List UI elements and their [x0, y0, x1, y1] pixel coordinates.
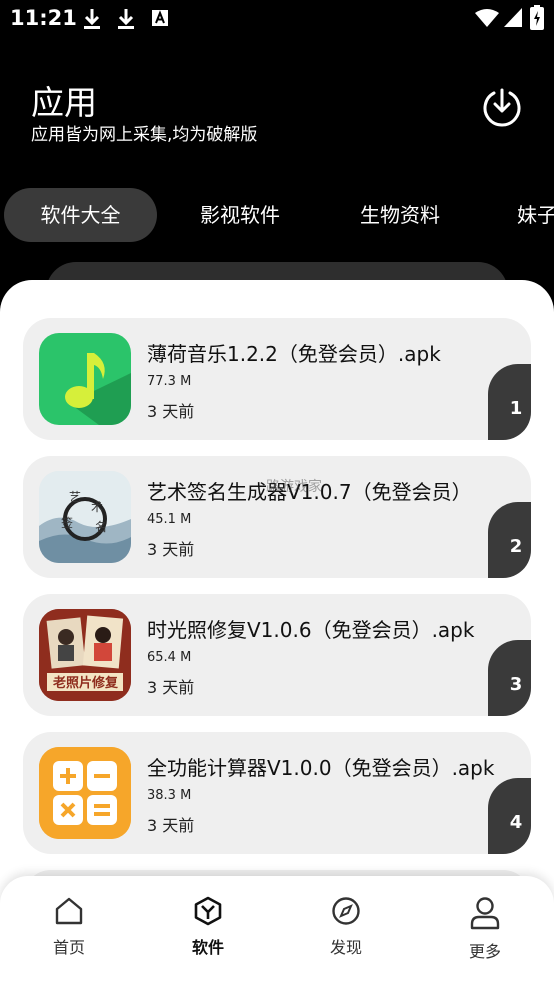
status-bar: 11:21 [0, 0, 554, 38]
svg-text:签: 签 [61, 515, 73, 530]
page-subtitle: 应用皆为网上采集,均为破解版 [31, 125, 258, 145]
app-time: 3 天前 [147, 678, 195, 697]
font-a-icon [152, 10, 168, 26]
app-size: 77.3 M [147, 374, 192, 389]
rank-number: 4 [509, 812, 523, 833]
page-title: 应用 [31, 83, 97, 122]
nav-more[interactable]: 更多 [445, 896, 525, 966]
user-icon [470, 897, 500, 930]
download-icon [118, 9, 134, 29]
nav-software[interactable]: 软件 [168, 896, 248, 966]
nav-label: 更多 [468, 942, 501, 961]
rank-number: 1 [509, 398, 523, 419]
wifi-icon [475, 9, 499, 27]
download-button[interactable] [481, 86, 523, 128]
tab-video-software[interactable]: 影视软件 [180, 188, 300, 242]
nav-label: 发现 [329, 938, 362, 957]
home-icon [55, 897, 83, 925]
software-icon [194, 896, 222, 926]
app-card[interactable]: 艺 术 签 名 艺术签名生成器V1.0.7（免登会员） 45.1 M 3 天前 … [23, 456, 531, 578]
tab-label: 软件大全 [40, 203, 121, 227]
app-time: 3 天前 [147, 402, 195, 421]
category-tabs: 软件大全 影视软件 生物资料 妹子 [0, 188, 554, 242]
rank-number: 2 [509, 536, 523, 557]
watermark-text: 路游戏家 [266, 479, 322, 495]
tab-label: 影视软件 [200, 203, 280, 227]
download-circle-icon [483, 88, 521, 127]
bottom-navigation: 首页 软件 发现 更多 [0, 876, 554, 984]
svg-text:艺: 艺 [69, 490, 81, 504]
app-time: 3 天前 [147, 540, 195, 559]
tab-label: 妹子 [517, 203, 554, 227]
app-name: 全功能计算器V1.0.0（免登会员）.apk [147, 756, 495, 780]
status-time: 11:21 [10, 6, 77, 30]
tab-label: 生物资料 [360, 203, 440, 227]
compass-icon [332, 897, 360, 925]
nav-home[interactable]: 首页 [29, 896, 109, 966]
calculator-icon [39, 747, 131, 839]
nav-discover[interactable]: 发现 [306, 896, 386, 966]
svg-text:老照片修复: 老照片修复 [52, 675, 119, 691]
app-card[interactable]: 薄荷音乐1.2.2（免登会员）.apk 77.3 M 3 天前 1 [23, 318, 531, 440]
svg-text:名: 名 [95, 519, 107, 534]
rank-number: 3 [509, 674, 523, 695]
app-name: 时光照修复V1.0.6（免登会员）.apk [147, 618, 475, 642]
old-photo-icon: 老照片修复 [39, 609, 131, 701]
svg-text:术: 术 [91, 500, 103, 514]
nav-label: 软件 [191, 938, 224, 957]
app-size: 38.3 M [147, 788, 192, 803]
tab-biology-data[interactable]: 生物资料 [340, 188, 460, 242]
download-icon [84, 9, 100, 29]
art-signature-icon: 艺 术 签 名 [39, 471, 131, 563]
app-name: 薄荷音乐1.2.2（免登会员）.apk [147, 342, 441, 366]
music-note-icon [39, 333, 131, 425]
app-time: 3 天前 [147, 816, 195, 835]
signal-icon [504, 8, 522, 27]
app-card[interactable]: 全功能计算器V1.0.0（免登会员）.apk 38.3 M 3 天前 4 [23, 732, 531, 854]
tab-girls[interactable]: 妹子 [500, 188, 554, 242]
app-size: 65.4 M [147, 650, 192, 665]
app-card[interactable]: 老照片修复 时光照修复V1.0.6（免登会员）.apk 65.4 M 3 天前 … [23, 594, 531, 716]
nav-label: 首页 [52, 938, 85, 957]
app-size: 45.1 M [147, 512, 192, 527]
battery-icon [530, 5, 544, 30]
app-name: 艺术签名生成器V1.0.7（免登会员） [147, 480, 472, 504]
tab-software-all[interactable]: 软件大全 [4, 188, 157, 242]
